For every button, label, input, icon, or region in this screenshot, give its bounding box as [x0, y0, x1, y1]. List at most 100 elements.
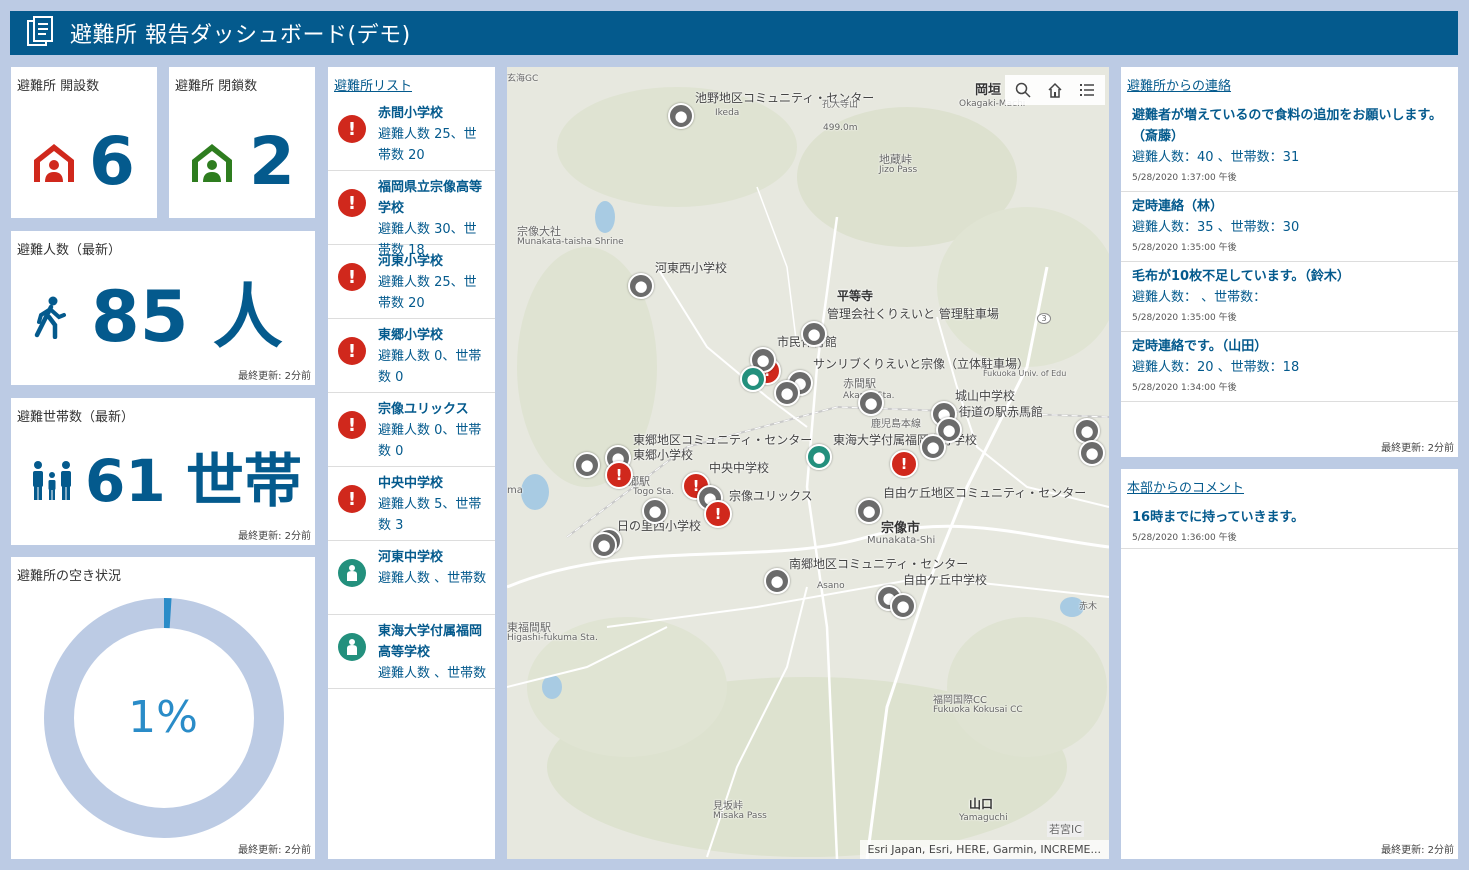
- map-label: 宗像市: [881, 521, 921, 536]
- person-icon: ●: [634, 277, 648, 295]
- shelter-pin[interactable]: ●: [856, 498, 882, 524]
- shelter-list-item[interactable]: ! 赤間小学校 避難人数 25、世帯数 20: [328, 97, 495, 171]
- map-label: Togo Sta.: [633, 487, 675, 497]
- households-updated: 最終更新: 2分前: [238, 531, 311, 542]
- map-label: ma: [507, 485, 523, 496]
- map-label: 河東西小学校: [655, 261, 728, 275]
- shelter-pin[interactable]: ●: [890, 593, 916, 619]
- map-legend-button[interactable]: [1073, 77, 1101, 103]
- alert-icon: !: [338, 263, 366, 291]
- person-icon: ●: [674, 107, 688, 125]
- map-label: 福岡国際CC: [933, 695, 987, 706]
- shelter-pin[interactable]: ●: [642, 498, 668, 524]
- shelter-list-item[interactable]: 河東中学校 避難人数 、世帯数: [328, 541, 495, 615]
- shelter-pin-alert[interactable]: !: [890, 450, 918, 478]
- map-label: 3: [1037, 313, 1051, 324]
- map-attribution[interactable]: Esri Japan, Esri, HERE, Garmin, INCREME.…: [859, 840, 1109, 859]
- map-label: Jizo Pass: [879, 165, 918, 175]
- person-icon: ●: [648, 502, 662, 520]
- shelter-list-title[interactable]: 避難所リスト: [334, 75, 412, 94]
- message-time: 5/28/2020 1:35:00 午後: [1132, 313, 1237, 323]
- message-title: 避難者が増えているので食料の追加をお願いします。（斎藤）: [1132, 108, 1443, 144]
- map-label: 孔大寺山: [822, 100, 859, 110]
- shelter-pin-ok[interactable]: ●: [740, 366, 766, 392]
- shelter-name: 中央中学校: [378, 476, 444, 491]
- map-view[interactable]: 池野地区コミュニティ・センター 孔大寺山 499.0m Ikeda 岡垣 Oka…: [507, 67, 1109, 859]
- shelter-closed-icon: [192, 144, 232, 182]
- alert-icon: !: [338, 485, 366, 513]
- shelter-pin[interactable]: ●: [764, 568, 790, 594]
- shelter-messages-title[interactable]: 避難所からの連絡: [1127, 75, 1231, 94]
- dashboard-header: 避難所 報告ダッシュボード(デモ): [10, 11, 1458, 55]
- availability-panel: 避難所の空き状況 1% 最終更新: 2分前: [11, 557, 315, 859]
- shelter-name: 河東中学校: [378, 550, 444, 565]
- hq-comments-updated: 最終更新: 2分前: [1381, 845, 1454, 856]
- map-toolbar: [1005, 75, 1105, 105]
- map-label: 岡垣: [975, 83, 1002, 98]
- shelter-name: 河東小学校: [378, 254, 444, 269]
- map-label: 玄海GC: [507, 74, 539, 84]
- shelter-list-item[interactable]: 東海大学付属福岡高等学校 避難人数 、世帯数: [328, 615, 495, 689]
- alert-icon: !: [714, 505, 722, 523]
- hq-comments-title[interactable]: 本部からのコメント: [1127, 477, 1244, 496]
- message-time: 5/28/2020 1:35:00 午後: [1132, 243, 1237, 253]
- document-icon: [27, 16, 53, 46]
- shelter-pin-alert[interactable]: !: [704, 500, 732, 528]
- comment-title: 16時までに持っていきます。: [1132, 510, 1305, 525]
- shelter-desc: 避難人数 0、世帯数 0: [378, 423, 482, 459]
- message-body: 避難人数：40 、世帯数：31: [1132, 150, 1300, 165]
- map-search-button[interactable]: [1009, 77, 1037, 103]
- message-item[interactable]: 定時連絡（林） 避難人数：35 、世帯数：30 5/28/2020 1:35:00 …: [1121, 192, 1458, 262]
- comment-item[interactable]: 16時までに持っていきます。 5/28/2020 1:36:00 午後: [1121, 503, 1458, 549]
- person-icon: ●: [780, 384, 794, 402]
- map-label: 自由ケ丘地区コミュニティ・センター: [883, 486, 1087, 500]
- map-label: 東郷小学校: [633, 448, 694, 462]
- person-icon: [338, 559, 366, 587]
- message-item[interactable]: 定時連絡です。（山田） 避難人数：20 、世帯数：18 5/28/2020 1:34…: [1121, 332, 1458, 402]
- map-label: 南郷地区コミュニティ・センター: [789, 557, 969, 571]
- shelter-pin-ok[interactable]: ●: [806, 444, 832, 470]
- shelter-list-item[interactable]: ! 中央中学校 避難人数 5、世帯数 3: [328, 467, 495, 541]
- shelter-pin-alert[interactable]: !: [605, 461, 633, 489]
- map-label: 499.0m: [823, 123, 858, 133]
- message-item[interactable]: 毛布が10枚不足しています。（鈴木） 避難人数： 、世帯数： 5/28/2020 1…: [1121, 262, 1458, 332]
- map-label: 自由ケ丘中学校: [903, 573, 988, 587]
- open-shelters-title: 避難所 開設数: [17, 79, 100, 94]
- map-label: 若宮IC: [1047, 821, 1084, 837]
- map-label: Munakata-Shi: [867, 535, 936, 546]
- shelter-desc: 避難人数 0、世帯数 0: [378, 349, 482, 385]
- person-icon: ●: [864, 394, 878, 412]
- open-shelters-value: 6: [89, 123, 135, 200]
- shelter-list-item[interactable]: ! 東郷小学校 避難人数 0、世帯数 0: [328, 319, 495, 393]
- people-count-panel: 避難人数（最新） 85 人 最終更新: 2分前: [11, 231, 315, 385]
- map-label: Higashi-fukuma Sta.: [507, 633, 598, 643]
- map-label: 赤間駅: [843, 377, 876, 390]
- shelter-pin[interactable]: ●: [574, 452, 600, 478]
- message-title: 定時連絡です。（山田）: [1132, 339, 1268, 354]
- alert-icon: !: [338, 337, 366, 365]
- shelter-list-item[interactable]: ! 福岡県立宗像高等学校 避難人数 30、世帯数 18: [328, 171, 495, 258]
- shelter-name: 福岡県立宗像高等学校: [378, 180, 483, 216]
- map-label: 赤木: [1079, 602, 1098, 612]
- map-label: 平等寺: [837, 289, 874, 303]
- comment-time: 5/28/2020 1:36:00 午後: [1132, 533, 1237, 543]
- shelter-pin[interactable]: ●: [591, 532, 617, 558]
- shelter-pin[interactable]: ●: [801, 321, 827, 347]
- message-item[interactable]: 避難者が増えているので食料の追加をお願いします。（斎藤） 避難人数：40 、世帯数…: [1121, 101, 1458, 192]
- people-count-title: 避難人数（最新）: [17, 243, 122, 258]
- shelter-pin[interactable]: ●: [1079, 440, 1105, 466]
- message-time: 5/28/2020 1:34:00 午後: [1132, 383, 1237, 393]
- alert-icon: !: [615, 466, 623, 484]
- shelter-pin[interactable]: ●: [920, 434, 946, 460]
- map-home-button[interactable]: [1041, 77, 1069, 103]
- shelter-pin[interactable]: ●: [628, 273, 654, 299]
- shelter-pin[interactable]: ●: [668, 103, 694, 129]
- shelter-desc: 避難人数 25、世帯数 20: [378, 127, 477, 163]
- shelter-list-item[interactable]: ! 河東小学校 避難人数 25、世帯数 20: [328, 245, 495, 319]
- shelter-list-item[interactable]: ! 宗像ユリックス 避難人数 0、世帯数 0: [328, 393, 495, 467]
- shelter-pin[interactable]: ●: [774, 380, 800, 406]
- person-icon: ●: [1080, 422, 1094, 440]
- shelter-pin[interactable]: ●: [858, 390, 884, 416]
- shelter-list-panel: 避難所リスト ! 赤間小学校 避難人数 25、世帯数 20! 福岡県立宗像高等学校 避難…: [328, 67, 495, 859]
- person-icon: ●: [746, 370, 760, 388]
